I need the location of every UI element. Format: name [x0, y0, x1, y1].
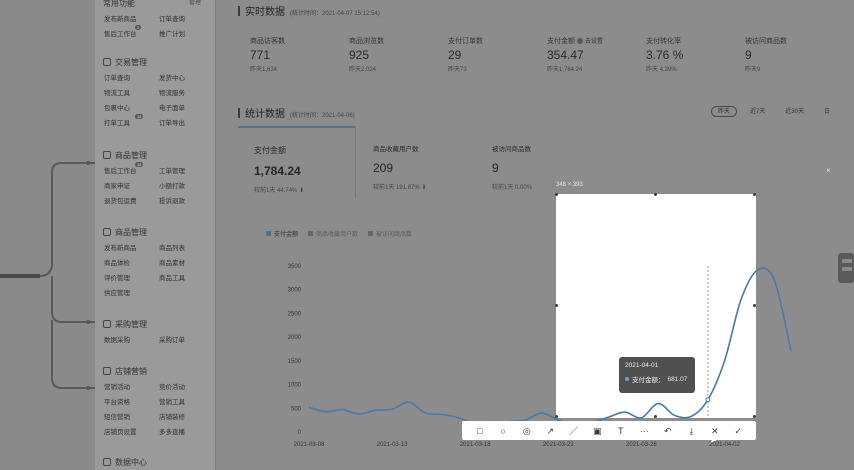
- chart-tooltip: 2021-04-01 支付金额： 681.07: [619, 357, 695, 393]
- text-tool-icon[interactable]: T: [614, 424, 628, 438]
- y-tick-label: 1500: [288, 359, 302, 365]
- tooltip-value: 681.07: [667, 375, 688, 383]
- resize-handle[interactable]: [555, 193, 558, 196]
- x-tick-label: 2021-03-08: [294, 442, 325, 448]
- tooltip-date: 2021-04-01: [625, 362, 659, 369]
- floating-widget[interactable]: [832, 245, 854, 290]
- ellipse-tool-icon[interactable]: ○: [496, 424, 510, 438]
- x-tick-label: 2021-03-18: [460, 442, 491, 448]
- mouse-cursor-icon: ➤: [709, 434, 719, 446]
- line-chart: 0 500 1000 1500 2000 2500 3000 3500 2021-03-08 20…: [288, 264, 792, 448]
- arrow-tool-icon[interactable]: ↗: [543, 424, 557, 438]
- x-tick-label: 2021-03-23: [543, 442, 574, 448]
- y-tick-label: 500: [291, 406, 302, 412]
- y-tick-label: 3500: [288, 264, 302, 270]
- tooltip-row: 支付金额： 681.07: [625, 374, 689, 384]
- rect-tool-icon[interactable]: □: [473, 424, 487, 438]
- capture-dimensions: 348 × 393: [556, 182, 583, 188]
- y-tick-label: 0: [298, 430, 302, 436]
- highlight-tool-icon[interactable]: ▣: [590, 424, 604, 438]
- y-tick-label: 1000: [288, 383, 302, 389]
- data-point[interactable]: [705, 397, 711, 403]
- resize-handle[interactable]: [555, 415, 558, 418]
- series-dot-icon: [625, 377, 629, 381]
- confirm-icon[interactable]: ✓: [731, 424, 745, 438]
- resize-handle[interactable]: [753, 415, 756, 418]
- resize-handle[interactable]: [753, 304, 756, 307]
- resize-handle[interactable]: [555, 304, 558, 307]
- resize-handle[interactable]: [654, 193, 657, 196]
- y-tick-label: 2000: [288, 335, 302, 341]
- y-tick-label: 2500: [288, 311, 302, 317]
- more-icon[interactable]: ···: [637, 424, 651, 438]
- close-icon[interactable]: ×: [826, 166, 831, 175]
- x-tick-label: 2021-03-13: [377, 442, 408, 448]
- series-line: [308, 267, 792, 427]
- download-icon[interactable]: ⤓: [684, 424, 698, 438]
- mosaic-tool-icon[interactable]: ◎: [520, 424, 534, 438]
- pen-tool-icon[interactable]: ／: [567, 424, 581, 438]
- resize-handle[interactable]: [753, 193, 756, 196]
- resize-handle[interactable]: [654, 415, 657, 418]
- x-tick-label: 2021-03-28: [626, 442, 657, 448]
- y-tick-label: 3000: [288, 288, 302, 294]
- tooltip-series: 支付金额：: [632, 377, 665, 384]
- undo-icon[interactable]: ↶: [661, 424, 675, 438]
